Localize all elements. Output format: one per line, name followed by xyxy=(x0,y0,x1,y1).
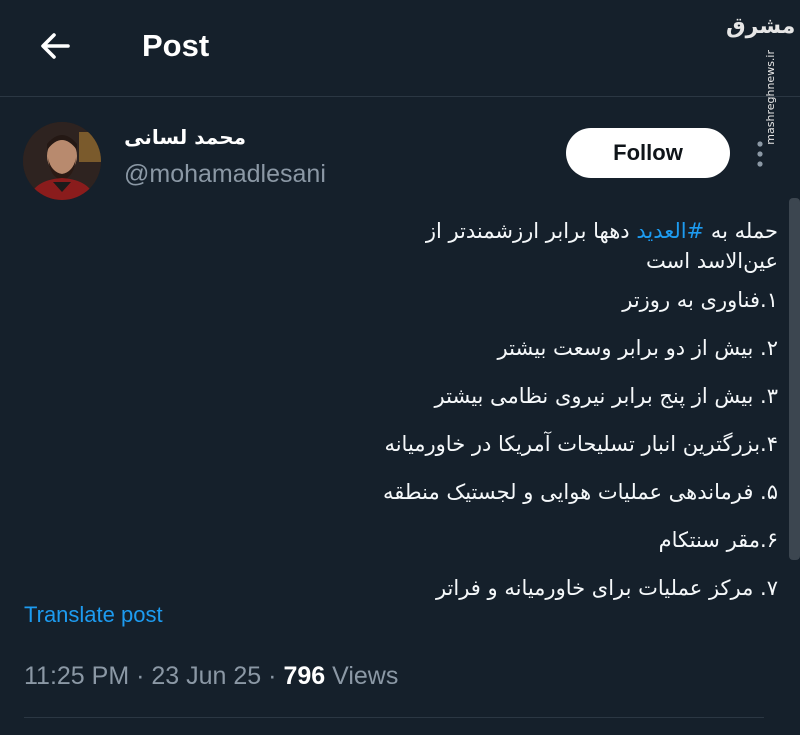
tweet-line: عین‌الاسد است xyxy=(645,249,778,273)
page-title: Post xyxy=(142,28,210,63)
list-item: ۲. بیش از دو برابر وسعت بیشتر xyxy=(497,336,778,360)
top-bar: Post xyxy=(0,0,800,97)
post-date[interactable]: 23 Jun 25 xyxy=(151,662,261,690)
avatar[interactable] xyxy=(23,122,101,200)
watermark: مشرق mashreghnews.ir xyxy=(724,10,795,145)
watermark-site: mashreghnews.ir xyxy=(764,50,777,145)
meta-separator: · xyxy=(136,662,145,690)
translate-post-link[interactable]: Translate post xyxy=(24,602,163,628)
list-item: ۱.فناوری به روزتر xyxy=(622,288,778,312)
views-count: 796 xyxy=(283,662,326,690)
back-arrow-icon[interactable] xyxy=(34,24,78,68)
scrollbar[interactable] xyxy=(789,198,800,560)
meta-separator: · xyxy=(268,662,277,690)
divider xyxy=(24,717,764,718)
list-item: ۷. مرکز عملیات برای خاورمیانه و فراتر xyxy=(435,576,778,600)
list-item: ۴.بزرگترین انبار تسلیحات آمریکا در خاورم… xyxy=(384,432,778,456)
more-options-icon[interactable] xyxy=(748,136,772,172)
list-item: ۳. بیش از پنج برابر نیروی نظامی بیشتر xyxy=(434,384,778,408)
post-metadata: 11:25 PM · 23 Jun 25 · 796 Views xyxy=(24,662,398,691)
follow-button[interactable]: Follow xyxy=(566,128,730,178)
list-item: ۶.مقر سنتکام xyxy=(658,528,778,552)
tweet-line: حمله به #العدید دهها برابر ارزشمندتر از xyxy=(200,216,778,246)
tweet-text: حمله به #العدید دهها برابر ارزشمندتر از … xyxy=(200,216,778,612)
post-time[interactable]: 11:25 PM xyxy=(24,662,129,690)
hashtag-link[interactable]: #العدید xyxy=(636,219,704,243)
tweet-line-suffix: دهها برابر ارزشمندتر از xyxy=(425,219,637,243)
views-label: Views xyxy=(332,662,399,690)
author-handle[interactable]: @mohamadlesani xyxy=(124,160,326,189)
author-display-name[interactable]: محمد لسانی xyxy=(100,125,246,149)
watermark-logo: مشرق xyxy=(726,14,796,39)
list-item: ۵. فرماندهی عملیات هوایی و لجستیک منطقه xyxy=(383,480,778,504)
tweet-line-prefix: حمله به xyxy=(704,219,778,243)
